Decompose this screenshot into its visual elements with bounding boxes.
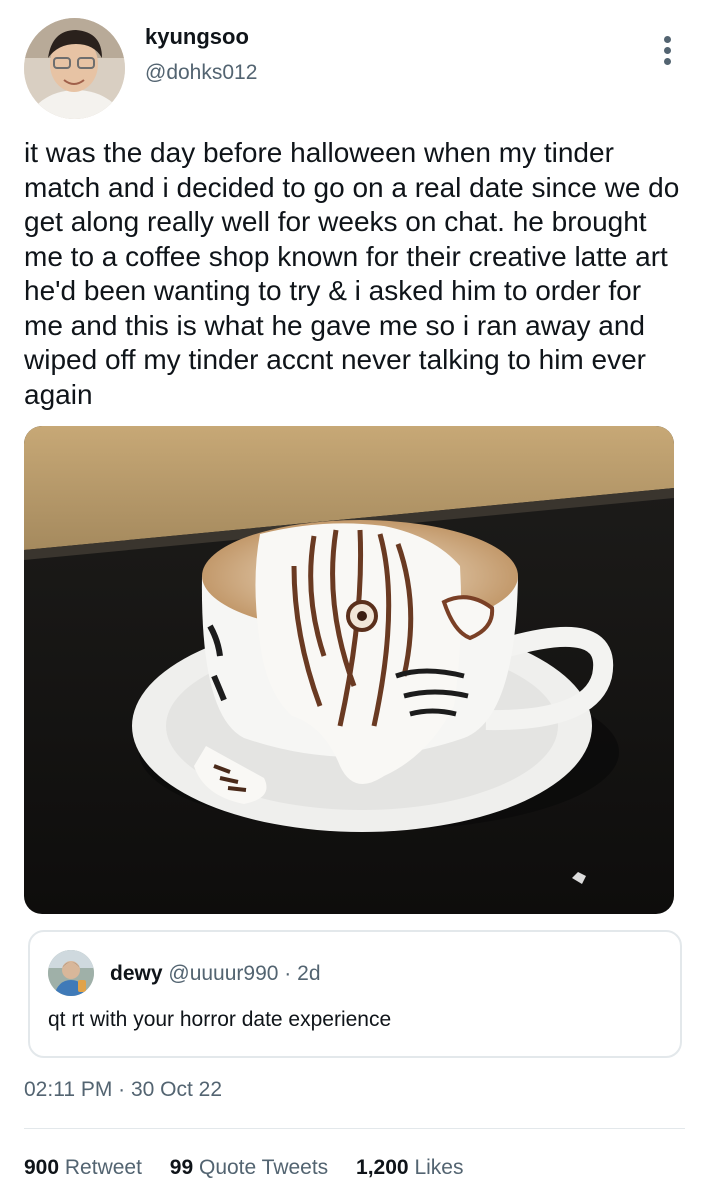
retweets-label: Retweet [64,1156,142,1179]
quoted-author-avatar[interactable] [48,950,94,996]
quoted-tweet-meta: dewy @uuuur990 · 2d [110,962,321,986]
avatar-icon [24,18,125,119]
quoted-time[interactable]: 2d [297,962,320,985]
quoted-tweet[interactable]: dewy @uuuur990 · 2d qt rt with your horr… [28,930,682,1058]
tweet-stats: 900 Retweet 99 Quote Tweets 1,200 Likes [24,1155,485,1181]
quoted-avatar-icon [48,950,94,996]
author-handle[interactable]: @dohks012 [145,60,257,86]
tweet-timestamp[interactable]: 02:11 PM · 30 Oct 22 [24,1077,222,1103]
latte-art-photo-icon [24,426,674,914]
quotes-count: 99 [169,1156,194,1179]
more-options-icon[interactable] [657,36,677,70]
author-names: kyungsoo @dohks012 [145,24,257,86]
retweets-stat[interactable]: 900 Retweet [24,1156,142,1179]
likes-label: Likes [414,1156,464,1179]
quoted-handle[interactable]: @uuuur990 [168,962,278,985]
author-avatar[interactable] [24,18,125,119]
quoted-tweet-text: qt rt with your horror date experience [48,1008,392,1031]
retweets-count: 900 [24,1156,60,1179]
quotes-label: Quote Tweets [198,1156,329,1179]
tweet-media-image[interactable] [24,426,674,914]
tweet-text: it was the day before halloween when my … [24,137,680,410]
tweet-header: kyungsoo @dohks012 [24,14,685,119]
author-display-name[interactable]: kyungsoo [145,24,257,50]
likes-stat[interactable]: 1,200 Likes [356,1156,463,1179]
quote-tweets-stat[interactable]: 99 Quote Tweets [170,1156,328,1179]
quoted-display-name[interactable]: dewy [110,962,163,985]
likes-count: 1,200 [356,1156,409,1179]
quoted-separator: · [284,962,292,985]
divider [24,1128,685,1129]
